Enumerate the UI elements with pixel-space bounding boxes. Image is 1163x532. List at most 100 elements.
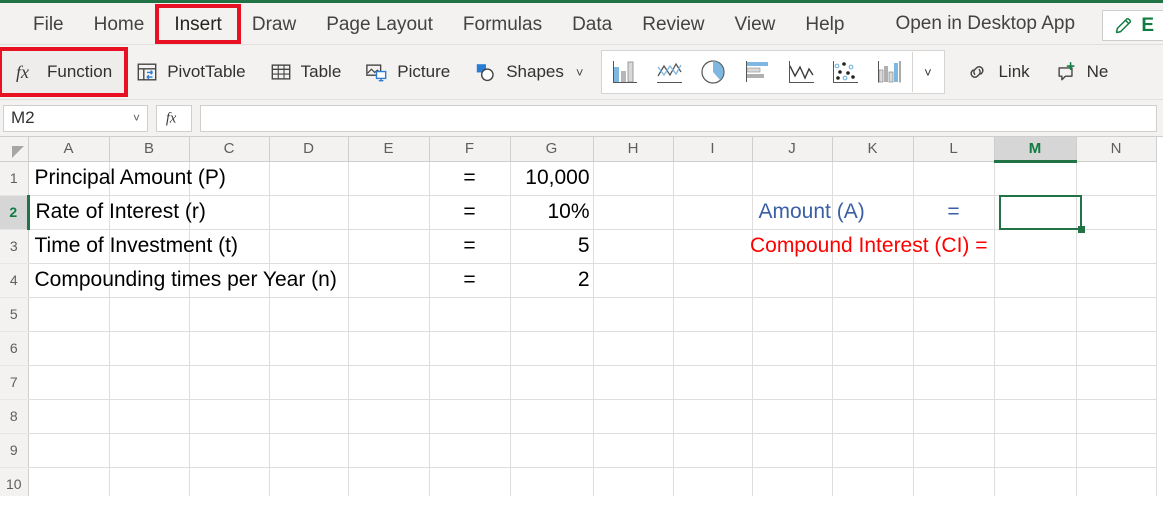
cell-g8[interactable] bbox=[510, 399, 594, 434]
row-header-2[interactable]: 2 bbox=[0, 195, 30, 230]
cell-k6[interactable] bbox=[832, 331, 914, 366]
row-header-3[interactable]: 3 bbox=[0, 229, 29, 264]
cell-i9[interactable] bbox=[673, 433, 753, 468]
cell-c7[interactable] bbox=[189, 365, 270, 400]
cell-d10[interactable] bbox=[269, 467, 349, 496]
cell-l10[interactable] bbox=[913, 467, 995, 496]
column-header-m[interactable]: M bbox=[994, 137, 1077, 163]
cell-i10[interactable] bbox=[673, 467, 753, 496]
cell-m1[interactable] bbox=[994, 161, 1077, 196]
cell-e6[interactable] bbox=[348, 331, 430, 366]
cell-h7[interactable] bbox=[593, 365, 674, 400]
cell-d4[interactable] bbox=[269, 263, 349, 298]
column-header-c[interactable]: C bbox=[189, 137, 270, 162]
cell-a2[interactable]: Rate of Interest (r) bbox=[28, 195, 206, 230]
cell-e5[interactable] bbox=[348, 297, 430, 332]
cell-n3[interactable] bbox=[1076, 229, 1157, 264]
cell-a5[interactable] bbox=[28, 297, 110, 332]
tab-file[interactable]: File bbox=[18, 8, 79, 40]
picture-button[interactable]: Picture bbox=[353, 51, 462, 93]
cell-n5[interactable] bbox=[1076, 297, 1157, 332]
cell-j2[interactable]: Amount (A) bbox=[752, 195, 865, 230]
cell-j8[interactable] bbox=[752, 399, 833, 434]
cell-a3[interactable]: Time of Investment (t) bbox=[28, 229, 238, 264]
cell-j4[interactable] bbox=[752, 263, 833, 298]
cell-n10[interactable] bbox=[1076, 467, 1157, 496]
cell-c4[interactable] bbox=[189, 263, 270, 298]
cell-f10[interactable] bbox=[429, 467, 511, 496]
cell-e1[interactable] bbox=[348, 161, 430, 196]
cell-e7[interactable] bbox=[348, 365, 430, 400]
line-chart-icon[interactable] bbox=[648, 52, 692, 92]
cell-l7[interactable] bbox=[913, 365, 995, 400]
cell-a1[interactable]: Principal Amount (P) bbox=[28, 161, 226, 196]
cell-a7[interactable] bbox=[28, 365, 110, 400]
cell-j9[interactable] bbox=[752, 433, 833, 468]
cell-j6[interactable] bbox=[752, 331, 833, 366]
tab-review[interactable]: Review bbox=[627, 8, 719, 40]
cell-m4[interactable] bbox=[994, 263, 1077, 298]
cell-a4[interactable]: Compounding times per Year (n) bbox=[28, 263, 337, 298]
cell-f1[interactable]: = bbox=[429, 161, 511, 196]
cell-d7[interactable] bbox=[269, 365, 349, 400]
cell-n9[interactable] bbox=[1076, 433, 1157, 468]
column-header-j[interactable]: J bbox=[752, 137, 833, 162]
chevron-down-icon[interactable]: ˅ bbox=[576, 65, 584, 80]
new-comment-button[interactable]: Ne bbox=[1042, 51, 1121, 93]
cell-b10[interactable] bbox=[109, 467, 190, 496]
scatter-chart-icon[interactable] bbox=[824, 52, 868, 92]
cell-h5[interactable] bbox=[593, 297, 674, 332]
cell-d5[interactable] bbox=[269, 297, 349, 332]
cell-g10[interactable] bbox=[510, 467, 594, 496]
row-header-8[interactable]: 8 bbox=[0, 399, 29, 434]
cell-a9[interactable] bbox=[28, 433, 110, 468]
cell-f4[interactable]: = bbox=[429, 263, 511, 298]
name-box-chevron-down-icon[interactable]: ˅ bbox=[133, 111, 140, 125]
cell-b6[interactable] bbox=[109, 331, 190, 366]
cell-i7[interactable] bbox=[673, 365, 753, 400]
select-all-corner-icon[interactable] bbox=[0, 137, 29, 162]
row-header-4[interactable]: 4 bbox=[0, 263, 29, 298]
cell-i3[interactable] bbox=[673, 229, 753, 264]
cell-m7[interactable] bbox=[994, 365, 1077, 400]
cell-d2[interactable] bbox=[269, 195, 349, 230]
cell-m2[interactable] bbox=[994, 195, 1077, 230]
pie-chart-icon[interactable] bbox=[692, 52, 736, 92]
cell-g9[interactable] bbox=[510, 433, 594, 468]
cell-i4[interactable] bbox=[673, 263, 753, 298]
cell-g6[interactable] bbox=[510, 331, 594, 366]
row-header-1[interactable]: 1 bbox=[0, 161, 29, 196]
cell-e10[interactable] bbox=[348, 467, 430, 496]
cell-b5[interactable] bbox=[109, 297, 190, 332]
editing-mode-button[interactable]: E bbox=[1102, 10, 1163, 41]
cell-g4[interactable]: 2 bbox=[510, 263, 594, 298]
cell-k1[interactable] bbox=[832, 161, 914, 196]
cell-k10[interactable] bbox=[832, 467, 914, 496]
cell-i6[interactable] bbox=[673, 331, 753, 366]
tab-draw[interactable]: Draw bbox=[237, 8, 311, 40]
cell-g3[interactable]: 5 bbox=[510, 229, 594, 264]
cell-m9[interactable] bbox=[994, 433, 1077, 468]
column-header-b[interactable]: B bbox=[109, 137, 190, 162]
column-header-a[interactable]: A bbox=[28, 137, 110, 162]
cell-e4[interactable] bbox=[348, 263, 430, 298]
column-header-d[interactable]: D bbox=[269, 137, 349, 162]
cell-l6[interactable] bbox=[913, 331, 995, 366]
cell-n7[interactable] bbox=[1076, 365, 1157, 400]
cell-h8[interactable] bbox=[593, 399, 674, 434]
spreadsheet-grid[interactable]: A B C D E F G H I J K L M N 1 Principal … bbox=[0, 137, 1163, 496]
column-header-i[interactable]: I bbox=[673, 137, 753, 162]
cell-b3[interactable] bbox=[109, 229, 190, 264]
cell-c8[interactable] bbox=[189, 399, 270, 434]
cell-n4[interactable] bbox=[1076, 263, 1157, 298]
cell-i1[interactable] bbox=[673, 161, 753, 196]
cell-c6[interactable] bbox=[189, 331, 270, 366]
cell-b1[interactable] bbox=[109, 161, 190, 196]
cell-l3[interactable]: Compound Interest (CI) = bbox=[750, 229, 995, 264]
cell-a10[interactable] bbox=[28, 467, 110, 496]
table-button[interactable]: Table bbox=[258, 51, 354, 93]
cell-h10[interactable] bbox=[593, 467, 674, 496]
cell-c2[interactable] bbox=[189, 195, 270, 230]
cell-d8[interactable] bbox=[269, 399, 349, 434]
cell-d9[interactable] bbox=[269, 433, 349, 468]
